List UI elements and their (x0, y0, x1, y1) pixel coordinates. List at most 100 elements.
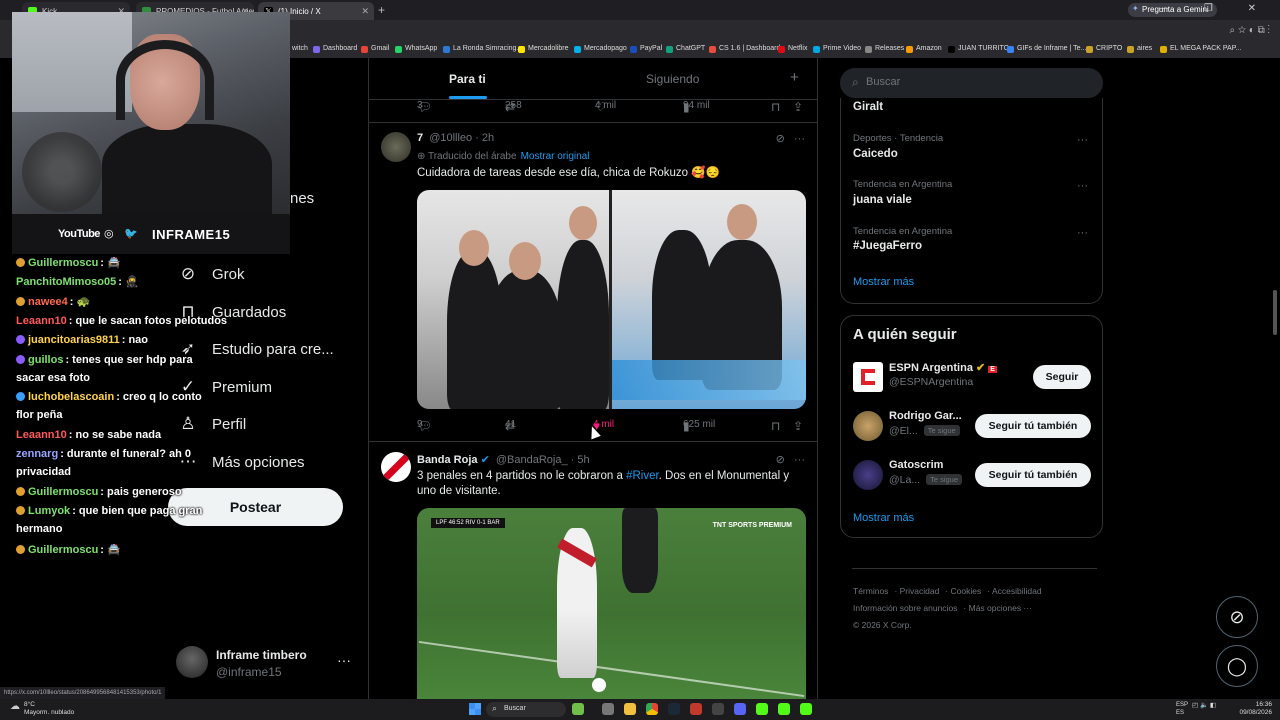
grok-icon[interactable]: ⊘ (776, 133, 785, 145)
player (557, 528, 597, 678)
nav-item-creator-studio[interactable]: ➶ Estudio para cre... (178, 336, 334, 362)
suggestion-handle[interactable]: @El... Te sigue (889, 425, 960, 437)
app-icon[interactable] (712, 703, 724, 715)
discord-icon[interactable] (734, 703, 746, 715)
kick-icon[interactable] (778, 703, 790, 715)
bookmark-folder[interactable]: aires (1127, 45, 1152, 53)
nav-item-grok[interactable]: ⊘ Grok (178, 261, 245, 287)
show-more-trends-link[interactable]: Mostrar más (853, 276, 914, 288)
windows-start-icon[interactable] (469, 703, 481, 715)
search-input[interactable]: ⌕ Buscar (840, 68, 1103, 98)
bookmark[interactable]: Amazon (906, 45, 942, 53)
tweet-photo[interactable] (417, 190, 806, 409)
more-icon[interactable]: ··· (794, 133, 805, 145)
trend-title[interactable]: juana viale (853, 194, 912, 206)
suggestion-name[interactable]: ESPN Argentina ✔ E (889, 361, 997, 374)
avatar[interactable] (853, 362, 883, 392)
handle[interactable]: @10llleo · 2h (429, 132, 494, 144)
bookmark[interactable]: Netflix (778, 45, 807, 53)
footer-link-ads-info[interactable]: Información sobre anuncios (853, 603, 957, 613)
bookmark[interactable]: La Ronda Simracing... (443, 45, 522, 53)
messages-float-button[interactable]: ◯ (1216, 645, 1258, 687)
footer-link-privacy[interactable]: Privacidad (900, 586, 940, 596)
clock-time: 16:36 (1255, 701, 1272, 708)
tab-following[interactable]: Siguiendo (646, 72, 699, 86)
suggestion-name[interactable]: Rodrigo Gar... (889, 410, 962, 422)
bookmark[interactable]: Gmail (361, 45, 389, 53)
grok-icon[interactable]: ⊘ (776, 454, 785, 466)
account-switcher[interactable]: Inframe timbero @inframe15 ··· (176, 644, 356, 684)
steam-icon[interactable] (668, 703, 680, 715)
app-icon[interactable] (690, 703, 702, 715)
taskbar-search[interactable]: Buscar (486, 702, 566, 717)
bookmark[interactable]: ChatGPT (666, 45, 705, 53)
kick-icon[interactable] (756, 703, 768, 715)
bookmark[interactable]: CS 1.6 | Dashboard (709, 45, 780, 53)
new-tab-button[interactable]: + (378, 3, 385, 17)
copyright: © 2026 X Corp. (853, 620, 912, 630)
trend-title[interactable]: #JuegaFerro (853, 240, 922, 252)
window-controls[interactable]: — ❐ ✕ (1159, 3, 1272, 14)
bookmark[interactable]: Mercadopago (574, 45, 627, 53)
kick-icon[interactable] (800, 703, 812, 715)
more-icon[interactable]: ··· (1077, 227, 1088, 239)
grok-float-button[interactable]: ⊘ (1216, 596, 1258, 638)
bookmark[interactable]: GIFs de Inframe | Te... (1007, 45, 1086, 53)
chrome-icon[interactable] (646, 703, 658, 715)
tweet-video[interactable]: LPF 46:52 RIV 0-1 BAR TNT SPORTS PREMIUM (417, 508, 806, 720)
bookmark[interactable]: Prime Video (813, 45, 861, 53)
bookmark[interactable]: WhatsApp (395, 45, 437, 53)
suggestion-handle[interactable]: @La... Te sigue (889, 474, 963, 486)
clock[interactable]: 16:36 09/08/2026 (1239, 701, 1272, 717)
follow-back-button[interactable]: Seguir tú también (975, 414, 1091, 438)
footer-link-more[interactable]: Más opciones ··· (969, 603, 1032, 613)
bookmark[interactable]: PayPal (630, 45, 662, 53)
task-view-icon[interactable] (602, 703, 614, 715)
avatar[interactable] (853, 460, 883, 490)
more-icon[interactable]: ··· (794, 454, 805, 466)
avatar[interactable] (381, 132, 411, 162)
nav-item-profile[interactable]: ♙ Perfil (178, 411, 246, 437)
hashtag-link[interactable]: #River (626, 470, 659, 482)
avatar[interactable] (853, 411, 883, 441)
footer-link-cookies[interactable]: Cookies (951, 586, 982, 596)
suggestion-name[interactable]: Gatoscrim (889, 459, 943, 471)
close-icon[interactable]: ✕ (361, 6, 369, 17)
weather-widget[interactable]: 8°C Mayorm. nublado (10, 701, 74, 717)
nav-item-notifications-partial[interactable]: nes (290, 190, 314, 207)
display-name[interactable]: 7 (417, 132, 423, 144)
bookmark[interactable]: Dashboard (313, 45, 357, 53)
bookmark[interactable]: JUAN TURRITO (948, 45, 1009, 53)
show-more-follow-link[interactable]: Mostrar más (853, 512, 914, 524)
display-name[interactable]: Banda Roja (417, 454, 478, 466)
follow-button[interactable]: Seguir (1033, 365, 1091, 389)
more-icon[interactable]: ··· (1077, 180, 1088, 192)
more-icon[interactable]: ··· (337, 652, 351, 668)
more-icon[interactable]: ··· (1077, 134, 1088, 146)
nav-item-more-options[interactable]: ⋯ Más opciones (178, 449, 305, 475)
streamer-body (102, 124, 272, 214)
follow-back-button[interactable]: Seguir tú también (975, 463, 1091, 487)
toolbar-icons[interactable]: ⌕ ☆ ◐ ⧉ ⋮ (1229, 25, 1270, 36)
show-original-link[interactable]: Mostrar original (521, 151, 590, 162)
trend-title[interactable]: Caicedo (853, 148, 898, 160)
scrollbar-thumb[interactable] (1273, 290, 1277, 335)
handle[interactable]: @BandaRoja_ · 5h (496, 454, 590, 466)
bookmark-folder[interactable]: CRIPTO (1086, 45, 1122, 53)
verified-icon: ✔ (976, 362, 986, 374)
add-feed-icon[interactable]: + (790, 69, 799, 86)
trend-title[interactable]: Giralt (853, 101, 883, 113)
file-explorer-icon[interactable] (624, 703, 636, 715)
bookmark[interactable]: Releases (865, 45, 904, 53)
footer-link-accessibility[interactable]: Accesibilidad (992, 586, 1042, 596)
footer-link-terms[interactable]: Términos (853, 586, 888, 596)
avatar[interactable] (381, 452, 411, 482)
tab-for-you[interactable]: Para ti (449, 72, 486, 86)
bookmark[interactable]: EL MEGA PACK PAP... (1160, 45, 1241, 53)
language-indicator[interactable]: ESP ES (1176, 701, 1188, 717)
system-tray-icons[interactable]: ◰ 🔈 ◧ (1192, 702, 1216, 710)
app-icon[interactable] (572, 703, 584, 715)
weather-desc: Mayorm. nublado (24, 709, 75, 716)
suggestion-handle[interactable]: @ESPNArgentina (889, 376, 973, 388)
bookmark[interactable]: Mercadolibre (518, 45, 568, 53)
